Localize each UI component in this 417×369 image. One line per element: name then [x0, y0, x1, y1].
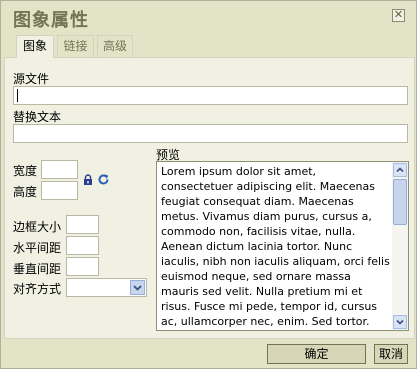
tab-panel-image: 源文件 替换文本 宽度 高度 边框大小 水平间距 垂直间距 对齐方式 预览 Lo…: [4, 57, 415, 339]
border-input[interactable]: [66, 215, 99, 234]
cancel-button[interactable]: 取消: [374, 344, 408, 364]
dialog-title: 图象属性: [13, 10, 89, 31]
height-label: 高度: [13, 185, 38, 199]
lock-icon[interactable]: [83, 174, 93, 186]
source-label: 源文件: [13, 72, 50, 86]
tab-bar: 图象 链接 高级: [13, 35, 413, 58]
tab-advanced[interactable]: 高级: [97, 35, 133, 57]
preview-text: Lorem ipsum dolor sit amet, consectetuer…: [161, 165, 390, 328]
scroll-down-button[interactable]: [393, 315, 407, 329]
image-properties-dialog: 图象属性 ✕ 图象 链接 高级 源文件 替换文本 宽度 高度 边框大小 水平间距…: [0, 0, 417, 369]
chevron-down-icon: [396, 319, 404, 325]
tab-image[interactable]: 图象: [16, 35, 54, 58]
alt-text-input[interactable]: [13, 124, 408, 143]
hspace-label: 水平间距: [13, 241, 62, 255]
scroll-up-button[interactable]: [393, 163, 407, 177]
align-label: 对齐方式: [13, 282, 62, 296]
align-select[interactable]: [66, 278, 147, 297]
vspace-input[interactable]: [66, 257, 99, 276]
vspace-label: 垂直间距: [13, 262, 62, 276]
text-caret: [17, 89, 18, 102]
alt-text-label: 替换文本: [13, 110, 62, 124]
height-input[interactable]: [41, 181, 78, 200]
border-label: 边框大小: [13, 220, 62, 234]
width-input[interactable]: [41, 160, 78, 179]
chevron-up-icon: [396, 167, 404, 173]
scroll-thumb[interactable]: [393, 179, 407, 225]
dropdown-arrow-icon[interactable]: [130, 280, 145, 295]
ok-button[interactable]: 确定: [267, 344, 366, 364]
chevron-down-icon: [133, 285, 142, 291]
hspace-input[interactable]: [66, 236, 99, 255]
title-bar: 图象属性 ✕: [1, 1, 416, 33]
width-label: 宽度: [13, 164, 38, 178]
source-url-input[interactable]: [13, 86, 408, 105]
preview-pane: Lorem ipsum dolor sit amet, consectetuer…: [156, 161, 409, 331]
preview-scrollbar[interactable]: [392, 162, 408, 330]
tab-link[interactable]: 链接: [57, 35, 94, 57]
close-icon[interactable]: ✕: [392, 9, 405, 22]
reset-size-icon[interactable]: [97, 173, 110, 186]
